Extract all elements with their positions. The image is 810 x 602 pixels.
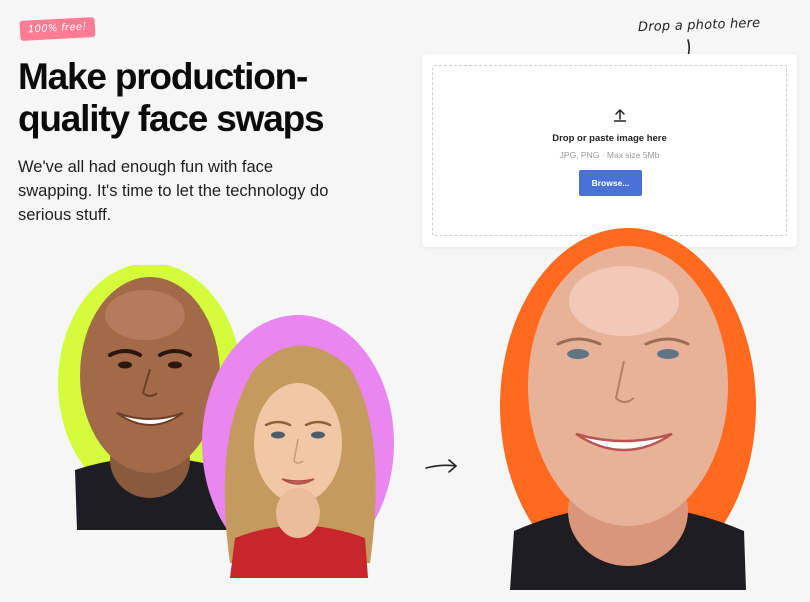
free-badge: 100% free! (19, 17, 96, 41)
left-eye (271, 431, 285, 439)
upload-icon (613, 109, 627, 122)
neck (276, 488, 320, 538)
browse-button[interactable]: Browse... (579, 170, 642, 196)
left-eye (567, 349, 589, 359)
target-face-violet (202, 315, 394, 578)
head-highlight (105, 290, 185, 340)
right-eye (168, 361, 182, 369)
drop-hint: Drop a photo here (637, 15, 761, 36)
dropzone[interactable]: Drop or paste image here JPG, PNG · Max … (432, 65, 787, 236)
right-eye (311, 431, 325, 439)
right-eye (657, 349, 679, 359)
dropzone-note: JPG, PNG · Max size 5Mb (559, 150, 660, 160)
dropzone-label: Drop or paste image here (552, 133, 667, 144)
left-eye (118, 361, 132, 369)
page: 100% free! Make production-quality face … (0, 0, 810, 602)
upload-card: Drop or paste image here JPG, PNG · Max … (422, 54, 797, 247)
page-subtitle: We've all had enough fun with face swapp… (18, 158, 329, 224)
arrow-right-icon (425, 459, 457, 473)
head-highlight (569, 266, 679, 336)
page-title: Make production-quality face swaps (18, 56, 325, 139)
result-face-orange (500, 228, 756, 590)
